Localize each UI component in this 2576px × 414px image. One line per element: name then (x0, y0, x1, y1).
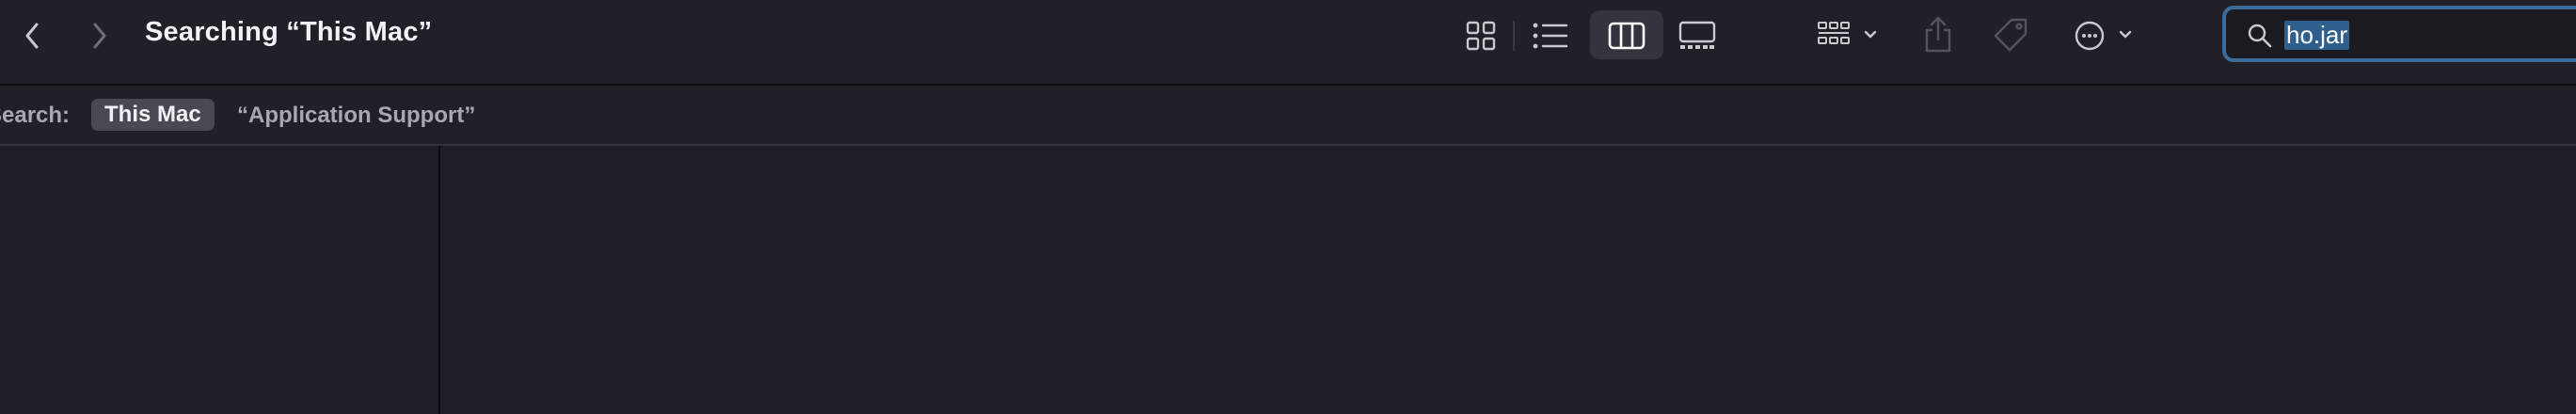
icon-view-button[interactable] (1462, 19, 1500, 53)
search-field[interactable]: ho.jar (2222, 6, 2576, 62)
group-by-button[interactable] (1816, 19, 1885, 53)
results-column[interactable] (0, 146, 440, 414)
forward-button[interactable] (83, 17, 117, 55)
gallery-view-icon (1678, 21, 1716, 49)
group-grid-icon (1818, 22, 1877, 44)
tag-button[interactable] (1991, 15, 2032, 55)
search-query-selected-text[interactable]: ho.jar (2284, 21, 2350, 50)
toolbar-divider (1513, 21, 1515, 51)
tag-icon (1994, 18, 2027, 52)
chevron-left-icon (25, 23, 39, 49)
toolbar: Searching “This Mac” ho.jar (0, 0, 2576, 86)
share-icon (1925, 16, 1951, 53)
back-button[interactable] (15, 17, 49, 55)
results-area (0, 146, 2576, 414)
list-view-icon (1533, 23, 1568, 49)
ellipsis-circle-icon (2075, 21, 2132, 51)
share-button[interactable] (1919, 13, 1957, 55)
magnifier-icon (2248, 24, 2272, 48)
window-title: Searching “This Mac” (145, 17, 433, 47)
column-view-icon (1608, 22, 1646, 50)
column-view-button[interactable] (1607, 19, 1646, 53)
search-scope-label: Search: (0, 103, 71, 128)
chevron-right-icon (93, 23, 106, 49)
more-actions-button[interactable] (2074, 19, 2139, 53)
preview-column[interactable] (440, 146, 2576, 414)
scope-folder-button[interactable]: “Application Support” (237, 103, 475, 129)
list-view-button[interactable] (1530, 19, 1571, 53)
icon-view-icon (1466, 21, 1496, 51)
search-scope-bar: Search: This Mac “Application Support” (0, 86, 2576, 146)
scope-this-mac-button[interactable]: This Mac (91, 99, 215, 131)
gallery-view-button[interactable] (1677, 19, 1718, 53)
